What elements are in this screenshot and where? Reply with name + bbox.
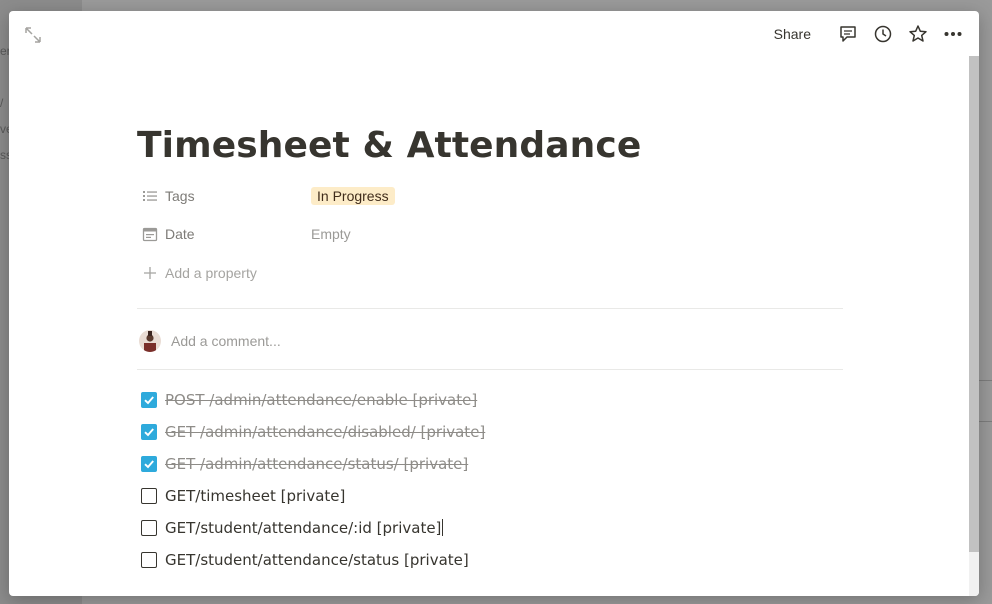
- page-peek-modal: Share Timesheet & Attendance Tags In Pro…: [9, 11, 979, 596]
- add-property-button[interactable]: Add a property: [137, 258, 843, 288]
- text-caret: [442, 519, 444, 536]
- property-row-tags[interactable]: Tags In Progress: [137, 181, 843, 211]
- todo-text[interactable]: POST /admin/attendance/enable [private]: [165, 391, 477, 409]
- more-icon[interactable]: [941, 22, 965, 46]
- checkbox-unchecked[interactable]: [141, 520, 157, 536]
- checkbox-unchecked[interactable]: [141, 552, 157, 568]
- todo-item: GET/student/attendance/:id [private]: [137, 513, 843, 543]
- property-name: Date: [165, 226, 195, 242]
- scrollbar-thumb[interactable]: [969, 56, 979, 552]
- comment-input[interactable]: Add a comment...: [171, 333, 281, 349]
- share-button[interactable]: Share: [774, 26, 811, 42]
- property-row-date[interactable]: Date Empty: [137, 219, 843, 249]
- plus-icon: [141, 264, 159, 282]
- comment-row[interactable]: Add a comment...: [137, 326, 843, 356]
- property-value[interactable]: In Progress: [311, 187, 395, 205]
- checkbox-checked[interactable]: [141, 456, 157, 472]
- background-text-fragment: /: [0, 96, 4, 110]
- expand-icon[interactable]: [23, 25, 43, 45]
- property-value-empty[interactable]: Empty: [311, 226, 351, 242]
- todo-text[interactable]: GET/student/attendance/status [private]: [165, 551, 469, 569]
- todo-item: GET/timesheet [private]: [137, 481, 843, 511]
- todo-text[interactable]: GET /admin/attendance/disabled/ [private…: [165, 423, 485, 441]
- background-divider: [978, 380, 992, 381]
- list-icon: [141, 187, 159, 205]
- topbar-actions: Share: [774, 22, 965, 46]
- star-icon[interactable]: [906, 22, 930, 46]
- avatar: [139, 330, 161, 352]
- todo-item: GET/student/attendance/status [private]: [137, 545, 843, 575]
- checkbox-checked[interactable]: [141, 392, 157, 408]
- todo-text-active[interactable]: GET/student/attendance/:id [private]: [165, 519, 444, 537]
- clock-icon[interactable]: [871, 22, 895, 46]
- status-tag[interactable]: In Progress: [311, 187, 395, 205]
- todo-text[interactable]: GET /admin/attendance/status/ [private]: [165, 455, 468, 473]
- page-title[interactable]: Timesheet & Attendance: [137, 123, 641, 169]
- calendar-icon: [141, 225, 159, 243]
- comment-icon[interactable]: [836, 22, 860, 46]
- add-property-label: Add a property: [165, 265, 257, 281]
- checkbox-checked[interactable]: [141, 424, 157, 440]
- todo-item: GET /admin/attendance/disabled/ [private…: [137, 417, 843, 447]
- divider: [137, 308, 843, 309]
- checkbox-unchecked[interactable]: [141, 488, 157, 504]
- todo-item: POST /admin/attendance/enable [private]: [137, 385, 843, 415]
- divider: [137, 369, 843, 370]
- background-divider: [978, 421, 992, 422]
- todo-text[interactable]: GET/timesheet [private]: [165, 487, 345, 505]
- todo-item: GET /admin/attendance/status/ [private]: [137, 449, 843, 479]
- todo-text-value: GET/student/attendance/:id [private]: [165, 519, 442, 537]
- property-name: Tags: [165, 188, 195, 204]
